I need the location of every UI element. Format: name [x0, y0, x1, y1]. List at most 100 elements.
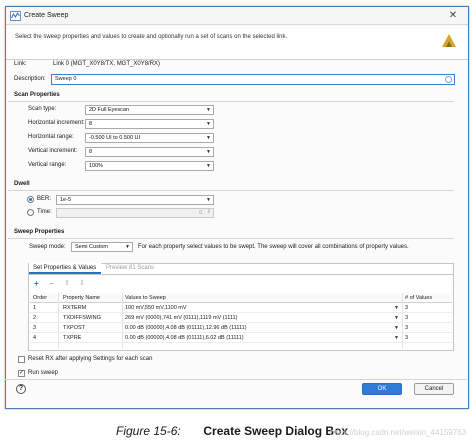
chevron-down-icon[interactable]: ▼ — [394, 325, 399, 331]
spinner-arrows-icon: ⇕ — [206, 209, 211, 215]
row-order: 4 — [33, 335, 37, 341]
horizontal-increment-value: 8 — [89, 121, 93, 127]
row-num-values: 3 — [405, 305, 409, 311]
add-icon[interactable]: + — [34, 279, 39, 289]
tab-strip-divider — [28, 274, 454, 275]
time-radio[interactable] — [27, 209, 34, 216]
row-order: 2 — [33, 315, 37, 321]
sweep-mode-value: Semi Custom — [75, 244, 109, 250]
vivado-logo-icon — [442, 34, 456, 47]
link-value: Link 0 (MGT_X0Y8/TX, MGT_X0Y8/RX) — [53, 61, 161, 67]
vertical-range-value: 100% — [89, 163, 104, 169]
chevron-down-icon: ▼ — [125, 244, 130, 250]
dwell-title: Dwell — [14, 181, 30, 187]
horizontal-increment-select[interactable]: 8 ▼ — [85, 119, 214, 129]
remove-icon[interactable]: − — [49, 279, 54, 289]
ber-value: 1e-5 — [60, 197, 72, 203]
figure-title: Create Sweep Dialog Box — [203, 424, 349, 438]
row-num-values: 3 — [405, 325, 409, 331]
link-label: Link: — [14, 61, 27, 67]
move-down-icon[interactable]: ⇩ — [79, 279, 85, 289]
row-num-values: 3 — [405, 315, 409, 321]
scan-type-label: Scan type: — [28, 106, 57, 112]
divider — [8, 101, 454, 102]
table-row[interactable]: 2 TXDIFFSWING 269 mV (0000),741 mV (0111… — [30, 314, 452, 323]
row-property-name: TXDIFFSWING — [63, 315, 101, 321]
horizontal-range-select[interactable]: -0.500 UI to 0.500 UI ▼ — [85, 133, 214, 143]
reset-rx-label: Reset RX after applying Settings for eac… — [28, 356, 153, 362]
ber-label: BER: — [37, 196, 52, 202]
description-label: Description: — [14, 76, 46, 82]
figure-number: Figure 15-6: — [116, 424, 181, 438]
row-values[interactable]: 0.00 dB (00000),4.08 dB (01111),12.96 dB… — [125, 325, 247, 331]
chevron-down-icon: ▼ — [206, 163, 211, 169]
ber-radio[interactable] — [27, 196, 34, 203]
row-num-values: 3 — [405, 335, 409, 341]
title-bar: Create Sweep ✕ — [6, 7, 468, 25]
time-spinner[interactable]: 0 ⇕ — [56, 208, 214, 218]
header-band: Select the sweep properties and values t… — [6, 26, 468, 60]
ber-select[interactable]: 1e-5 ▼ — [56, 195, 214, 205]
move-up-icon[interactable]: ⇧ — [64, 279, 70, 289]
description-input[interactable]: Sweep 0 — [51, 74, 455, 85]
vertical-range-select[interactable]: 100% ▼ — [85, 161, 214, 171]
close-button[interactable]: ✕ — [446, 9, 460, 22]
scan-properties-title: Scan Properties — [14, 92, 60, 98]
chevron-down-icon: ▼ — [206, 107, 211, 113]
horizontal-increment-label: Horizontal increment: — [28, 120, 85, 126]
row-property-name: RXTERM — [63, 305, 87, 311]
sweep-mode-note: For each property select values to be sw… — [138, 244, 409, 250]
cancel-button[interactable]: Cancel — [414, 383, 454, 395]
row-values[interactable]: 0.00 dB (00000),4.08 dB (01111),6.02 dB … — [125, 335, 244, 341]
row-property-name: TXPOST — [63, 325, 86, 331]
chevron-down-icon: ▼ — [206, 149, 211, 155]
chevron-down-icon: ▼ — [206, 197, 211, 203]
dialog-title: Create Sweep — [24, 12, 69, 19]
sweep-mode-label: Sweep mode: — [29, 244, 66, 250]
chevron-down-icon[interactable]: ▼ — [394, 315, 399, 321]
info-icon — [445, 76, 452, 83]
scan-type-select[interactable]: 2D Full Eyescan ▼ — [85, 105, 214, 115]
header-description: Select the sweep properties and values t… — [15, 34, 288, 40]
row-order: 3 — [33, 325, 37, 331]
create-sweep-app-icon — [10, 11, 21, 21]
watermark: https://blog.csdn.net/weixin_44159763 — [330, 428, 467, 437]
tab-preview-scans[interactable]: Preview 81 Scans — [102, 263, 160, 274]
divider — [8, 190, 454, 191]
row-order: 1 — [33, 305, 37, 311]
chevron-down-icon: ▼ — [206, 121, 211, 127]
footer-divider — [5, 379, 467, 380]
row-values[interactable]: 269 mV (0000),741 mV (0111),1119 mV (111… — [125, 315, 237, 321]
chevron-down-icon[interactable]: ▼ — [394, 335, 399, 341]
row-values[interactable]: 100 mV,550 mV,1100 mV — [125, 305, 187, 311]
chevron-down-icon[interactable]: ▼ — [394, 305, 399, 311]
vertical-range-label: Vertical range: — [28, 162, 67, 168]
divider — [8, 238, 454, 239]
sweep-properties-title: Sweep Properties — [14, 229, 65, 235]
col-order: Order — [33, 295, 48, 301]
description-value: Sweep 0 — [55, 76, 77, 82]
table-row[interactable]: 1 RXTERM 100 mV,550 mV,1100 mV ▼ 3 — [30, 304, 452, 313]
run-sweep-label: Run sweep — [28, 370, 59, 376]
row-property-name: TXPRE — [63, 335, 82, 341]
sweep-mode-select[interactable]: Semi Custom ▼ — [71, 242, 133, 252]
horizontal-range-value: -0.500 UI to 0.500 UI — [89, 135, 141, 141]
time-label: Time: — [37, 209, 52, 215]
vertical-increment-value: 8 — [89, 149, 93, 155]
run-sweep-checkbox[interactable] — [18, 369, 25, 377]
help-button[interactable]: ? — [16, 384, 26, 394]
table-header: Order Property Name Values to Sweep # of… — [30, 293, 452, 303]
col-property-name: Property Name — [63, 295, 100, 301]
chevron-down-icon: ▼ — [206, 135, 211, 141]
scan-type-value: 2D Full Eyescan — [89, 107, 130, 113]
reset-rx-checkbox[interactable] — [18, 356, 25, 363]
table-row[interactable]: 3 TXPOST 0.00 dB (00000),4.08 dB (01111)… — [30, 324, 452, 333]
table-row[interactable]: 4 TXPRE 0.00 dB (00000),4.08 dB (01111),… — [30, 334, 452, 343]
figure-caption: Figure 15-6: Create Sweep Dialog Box — [116, 424, 348, 438]
ok-button[interactable]: OK — [362, 383, 402, 395]
time-value: 0 — [199, 210, 202, 216]
vertical-increment-select[interactable]: 8 ▼ — [85, 147, 214, 157]
horizontal-range-label: Horizontal range: — [28, 134, 74, 140]
tab-set-properties[interactable]: Set Properties & Values — [29, 263, 101, 274]
vertical-increment-label: Vertical increment: — [28, 148, 78, 154]
